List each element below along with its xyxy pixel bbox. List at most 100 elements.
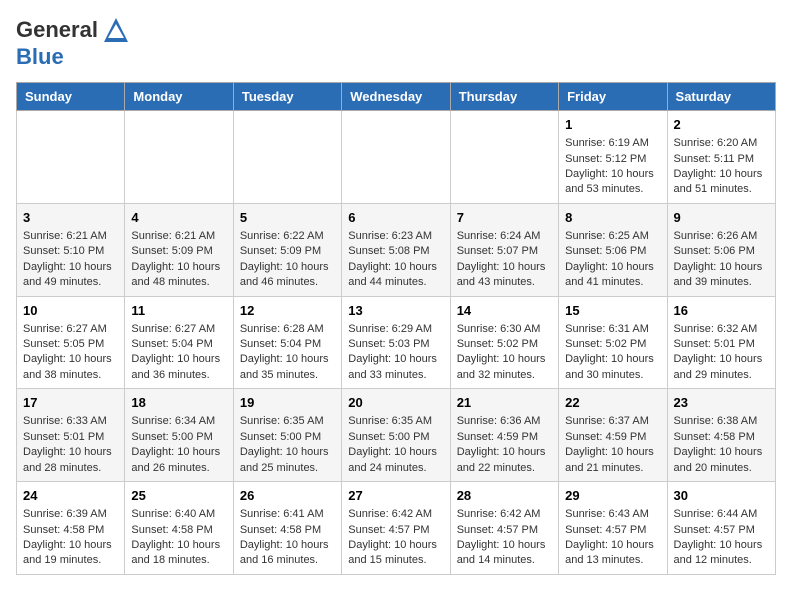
day-cell: 24 Sunrise: 6:39 AM Sunset: 4:58 PM Dayli… — [17, 482, 125, 575]
day-cell: 26 Sunrise: 6:41 AM Sunset: 4:58 PM Dayli… — [233, 482, 341, 575]
day-cell — [342, 111, 450, 204]
logo-general: General — [16, 17, 98, 43]
day-info: Sunrise: 6:31 AM Sunset: 5:02 PM Dayligh… — [565, 322, 660, 384]
day-cell: 17 Sunrise: 6:33 AM Sunset: 5:01 PM Dayli… — [17, 389, 125, 482]
day-number: 26 — [240, 487, 335, 505]
day-number: 17 — [23, 394, 118, 412]
day-cell: 15 Sunrise: 6:31 AM Sunset: 5:02 PM Dayli… — [559, 296, 667, 389]
day-cell: 13 Sunrise: 6:29 AM Sunset: 5:03 PM Dayli… — [342, 296, 450, 389]
day-cell: 21 Sunrise: 6:36 AM Sunset: 4:59 PM Dayli… — [450, 389, 558, 482]
day-info: Sunrise: 6:22 AM Sunset: 5:09 PM Dayligh… — [240, 229, 335, 291]
day-cell — [450, 111, 558, 204]
day-info: Sunrise: 6:20 AM Sunset: 5:11 PM Dayligh… — [674, 136, 769, 198]
day-info: Sunrise: 6:36 AM Sunset: 4:59 PM Dayligh… — [457, 414, 552, 476]
col-header-sunday: Sunday — [17, 83, 125, 111]
day-cell: 16 Sunrise: 6:32 AM Sunset: 5:01 PM Dayli… — [667, 296, 775, 389]
day-number: 3 — [23, 209, 118, 227]
week-row-5: 24 Sunrise: 6:39 AM Sunset: 4:58 PM Dayli… — [17, 482, 776, 575]
day-info: Sunrise: 6:42 AM Sunset: 4:57 PM Dayligh… — [457, 507, 552, 569]
day-info: Sunrise: 6:42 AM Sunset: 4:57 PM Dayligh… — [348, 507, 443, 569]
day-cell: 7Sunrise: 6:24 AM Sunset: 5:07 PM Daylig… — [450, 203, 558, 296]
day-cell: 23 Sunrise: 6:38 AM Sunset: 4:58 PM Dayli… — [667, 389, 775, 482]
day-cell — [125, 111, 233, 204]
calendar-header-row: SundayMondayTuesdayWednesdayThursdayFrid… — [17, 83, 776, 111]
day-cell: 29 Sunrise: 6:43 AM Sunset: 4:57 PM Dayli… — [559, 482, 667, 575]
day-info: Sunrise: 6:25 AM Sunset: 5:06 PM Dayligh… — [565, 229, 660, 291]
day-number: 19 — [240, 394, 335, 412]
day-cell: 22 Sunrise: 6:37 AM Sunset: 4:59 PM Dayli… — [559, 389, 667, 482]
day-info: Sunrise: 6:39 AM Sunset: 4:58 PM Dayligh… — [23, 507, 118, 569]
col-header-tuesday: Tuesday — [233, 83, 341, 111]
day-cell: 9Sunrise: 6:26 AM Sunset: 5:06 PM Daylig… — [667, 203, 775, 296]
day-info: Sunrise: 6:27 AM Sunset: 5:05 PM Dayligh… — [23, 322, 118, 384]
day-info: Sunrise: 6:27 AM Sunset: 5:04 PM Dayligh… — [131, 322, 226, 384]
col-header-monday: Monday — [125, 83, 233, 111]
day-info: Sunrise: 6:19 AM Sunset: 5:12 PM Dayligh… — [565, 136, 660, 198]
day-number: 22 — [565, 394, 660, 412]
day-number: 25 — [131, 487, 226, 505]
day-info: Sunrise: 6:30 AM Sunset: 5:02 PM Dayligh… — [457, 322, 552, 384]
day-info: Sunrise: 6:32 AM Sunset: 5:01 PM Dayligh… — [674, 322, 769, 384]
day-info: Sunrise: 6:38 AM Sunset: 4:58 PM Dayligh… — [674, 414, 769, 476]
day-cell: 27 Sunrise: 6:42 AM Sunset: 4:57 PM Dayli… — [342, 482, 450, 575]
day-cell: 20 Sunrise: 6:35 AM Sunset: 5:00 PM Dayli… — [342, 389, 450, 482]
day-number: 2 — [674, 116, 769, 134]
day-info: Sunrise: 6:21 AM Sunset: 5:10 PM Dayligh… — [23, 229, 118, 291]
day-info: Sunrise: 6:43 AM Sunset: 4:57 PM Dayligh… — [565, 507, 660, 569]
page-header: General Blue — [16, 16, 776, 70]
day-cell: 10 Sunrise: 6:27 AM Sunset: 5:05 PM Dayli… — [17, 296, 125, 389]
day-number: 20 — [348, 394, 443, 412]
day-number: 4 — [131, 209, 226, 227]
day-info: Sunrise: 6:33 AM Sunset: 5:01 PM Dayligh… — [23, 414, 118, 476]
day-number: 6 — [348, 209, 443, 227]
col-header-saturday: Saturday — [667, 83, 775, 111]
day-info: Sunrise: 6:37 AM Sunset: 4:59 PM Dayligh… — [565, 414, 660, 476]
day-cell: 19 Sunrise: 6:35 AM Sunset: 5:00 PM Dayli… — [233, 389, 341, 482]
day-number: 13 — [348, 302, 443, 320]
day-info: Sunrise: 6:29 AM Sunset: 5:03 PM Dayligh… — [348, 322, 443, 384]
day-number: 16 — [674, 302, 769, 320]
logo-icon — [102, 16, 130, 44]
day-cell: 5Sunrise: 6:22 AM Sunset: 5:09 PM Daylig… — [233, 203, 341, 296]
day-number: 28 — [457, 487, 552, 505]
day-cell: 1 Sunrise: 6:19 AM Sunset: 5:12 PM Daylig… — [559, 111, 667, 204]
day-number: 21 — [457, 394, 552, 412]
day-cell: 4Sunrise: 6:21 AM Sunset: 5:09 PM Daylig… — [125, 203, 233, 296]
day-number: 7 — [457, 209, 552, 227]
col-header-friday: Friday — [559, 83, 667, 111]
day-number: 29 — [565, 487, 660, 505]
day-number: 12 — [240, 302, 335, 320]
day-cell: 3 Sunrise: 6:21 AM Sunset: 5:10 PM Daylig… — [17, 203, 125, 296]
day-info: Sunrise: 6:34 AM Sunset: 5:00 PM Dayligh… — [131, 414, 226, 476]
day-number: 14 — [457, 302, 552, 320]
day-cell: 28 Sunrise: 6:42 AM Sunset: 4:57 PM Dayli… — [450, 482, 558, 575]
week-row-3: 10 Sunrise: 6:27 AM Sunset: 5:05 PM Dayli… — [17, 296, 776, 389]
week-row-4: 17 Sunrise: 6:33 AM Sunset: 5:01 PM Dayli… — [17, 389, 776, 482]
logo-blue-text: Blue — [16, 44, 64, 69]
day-number: 11 — [131, 302, 226, 320]
day-number: 24 — [23, 487, 118, 505]
day-cell: 25Sunrise: 6:40 AM Sunset: 4:58 PM Dayli… — [125, 482, 233, 575]
day-number: 23 — [674, 394, 769, 412]
day-info: Sunrise: 6:35 AM Sunset: 5:00 PM Dayligh… — [348, 414, 443, 476]
day-info: Sunrise: 6:35 AM Sunset: 5:00 PM Dayligh… — [240, 414, 335, 476]
day-info: Sunrise: 6:28 AM Sunset: 5:04 PM Dayligh… — [240, 322, 335, 384]
day-cell — [17, 111, 125, 204]
day-number: 27 — [348, 487, 443, 505]
day-cell: 8 Sunrise: 6:25 AM Sunset: 5:06 PM Daylig… — [559, 203, 667, 296]
day-cell: 18Sunrise: 6:34 AM Sunset: 5:00 PM Dayli… — [125, 389, 233, 482]
day-cell: 6Sunrise: 6:23 AM Sunset: 5:08 PM Daylig… — [342, 203, 450, 296]
col-header-thursday: Thursday — [450, 83, 558, 111]
day-cell: 12 Sunrise: 6:28 AM Sunset: 5:04 PM Dayli… — [233, 296, 341, 389]
day-number: 10 — [23, 302, 118, 320]
day-info: Sunrise: 6:41 AM Sunset: 4:58 PM Dayligh… — [240, 507, 335, 569]
day-number: 30 — [674, 487, 769, 505]
day-number: 15 — [565, 302, 660, 320]
logo: General Blue — [16, 16, 130, 70]
day-cell: 30Sunrise: 6:44 AM Sunset: 4:57 PM Dayli… — [667, 482, 775, 575]
day-cell: 2 Sunrise: 6:20 AM Sunset: 5:11 PM Daylig… — [667, 111, 775, 204]
week-row-2: 3 Sunrise: 6:21 AM Sunset: 5:10 PM Daylig… — [17, 203, 776, 296]
day-number: 8 — [565, 209, 660, 227]
week-row-1: 1 Sunrise: 6:19 AM Sunset: 5:12 PM Daylig… — [17, 111, 776, 204]
day-number: 1 — [565, 116, 660, 134]
